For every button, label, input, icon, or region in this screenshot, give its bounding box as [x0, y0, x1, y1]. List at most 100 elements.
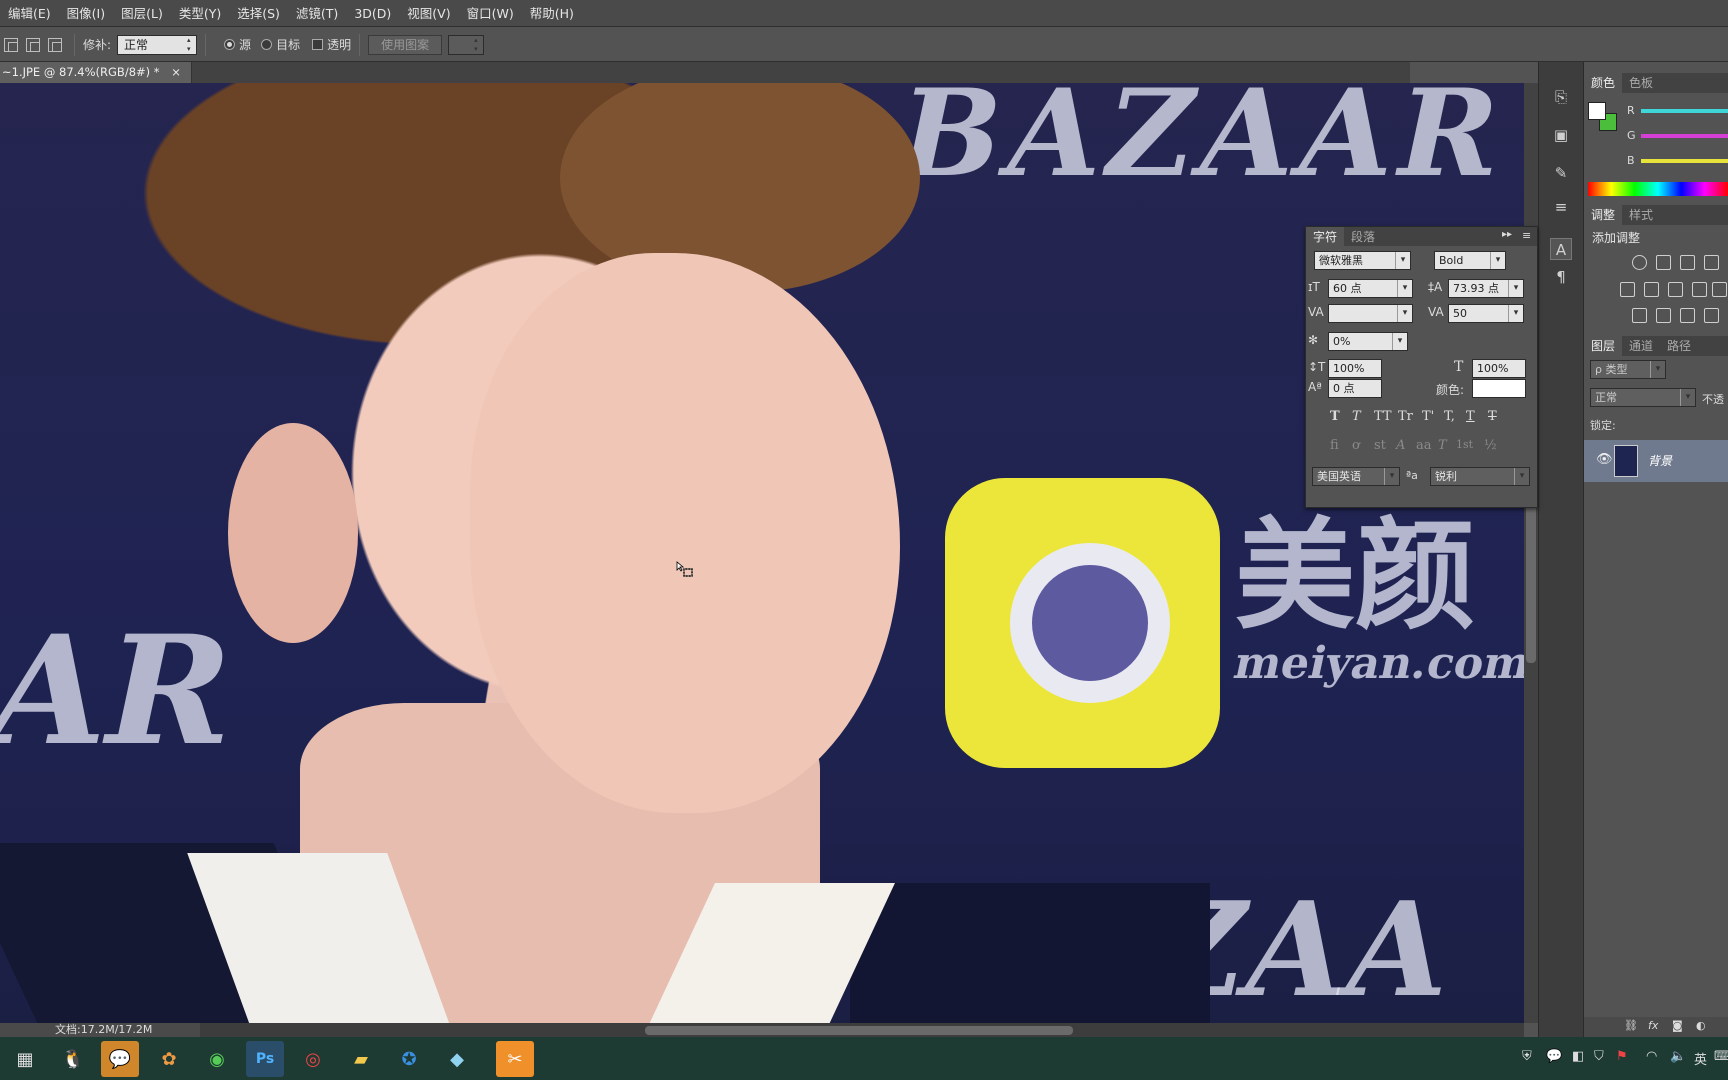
- tab-styles[interactable]: 样式: [1622, 205, 1660, 225]
- vibrance-icon[interactable]: [1620, 282, 1635, 297]
- history-icon[interactable]: ⎘: [1550, 86, 1572, 108]
- menu-image[interactable]: 图像(I): [59, 0, 113, 27]
- superscript-button[interactable]: T': [1422, 409, 1434, 424]
- underline-button[interactable]: T: [1466, 409, 1475, 424]
- faux-italic-button[interactable]: T: [1352, 409, 1361, 424]
- tab-swatches[interactable]: 色板: [1622, 73, 1660, 93]
- file-explorer-icon[interactable]: ▰: [342, 1041, 380, 1077]
- black-white-icon[interactable]: [1668, 282, 1683, 297]
- tsume-field[interactable]: 0%: [1328, 332, 1408, 351]
- brush-presets-icon[interactable]: ≡: [1550, 196, 1572, 218]
- vertical-scale-field[interactable]: 100%: [1328, 359, 1382, 378]
- photoshop-icon[interactable]: Ps: [246, 1041, 284, 1077]
- tab-paragraph[interactable]: 段落: [1344, 227, 1382, 246]
- horizontal-scrollbar[interactable]: [200, 1023, 1524, 1037]
- menu-layer[interactable]: 图层(L): [113, 0, 171, 27]
- vertical-scrollbar[interactable]: [1524, 83, 1538, 1023]
- channel-b-slider[interactable]: [1641, 159, 1728, 163]
- photo-filter-icon[interactable]: [1692, 282, 1707, 297]
- target-radio[interactable]: [261, 39, 273, 50]
- color-balance-icon[interactable]: [1644, 282, 1659, 297]
- ime-indicator[interactable]: 英: [1694, 1049, 1707, 1068]
- new-selection-icon[interactable]: [4, 37, 18, 52]
- layer-row-background[interactable]: 👁 背景: [1584, 440, 1728, 482]
- horizontal-scale-field[interactable]: 100%: [1472, 359, 1526, 378]
- stylistic-ligature-button[interactable]: st: [1374, 438, 1386, 453]
- gradient-map-icon[interactable]: [1704, 308, 1719, 323]
- patch-mode-select[interactable]: 正常: [117, 34, 198, 55]
- language-select[interactable]: 美国英语: [1312, 467, 1400, 486]
- channel-r-slider[interactable]: [1641, 109, 1728, 113]
- curves-icon[interactable]: [1680, 255, 1695, 270]
- flag-tray-icon[interactable]: ⚑: [1616, 1049, 1628, 1064]
- font-style-select[interactable]: Bold: [1434, 251, 1506, 270]
- ordinals-button[interactable]: 1st: [1456, 438, 1473, 451]
- swash-button[interactable]: A: [1396, 438, 1405, 453]
- threshold-icon[interactable]: [1680, 308, 1695, 323]
- volume-icon[interactable]: 🔈: [1670, 1049, 1686, 1064]
- qq-icon[interactable]: 🐧: [54, 1041, 92, 1077]
- baseline-shift-field[interactable]: 0 点: [1328, 379, 1382, 398]
- channel-mixer-icon[interactable]: [1712, 282, 1727, 297]
- shield-tray-icon[interactable]: ⛉: [1594, 1049, 1604, 1064]
- wechat-tray-icon[interactable]: 💬: [1546, 1049, 1562, 1064]
- tracking-field[interactable]: 50: [1448, 304, 1524, 323]
- menu-type[interactable]: 类型(Y): [171, 0, 229, 27]
- document-tab[interactable]: ~1.JPE @ 87.4%(RGB/8#) * ×: [0, 62, 192, 83]
- levels-icon[interactable]: [1656, 255, 1671, 270]
- tab-color[interactable]: 颜色: [1584, 73, 1623, 93]
- menu-window[interactable]: 窗口(W): [459, 0, 522, 27]
- faux-bold-button[interactable]: T: [1330, 409, 1340, 424]
- tab-adjustments[interactable]: 调整: [1584, 205, 1623, 225]
- font-family-select[interactable]: 微软雅黑: [1314, 251, 1411, 270]
- stylistic-alternates-button[interactable]: aa: [1416, 438, 1432, 453]
- tab-channels[interactable]: 通道: [1622, 336, 1660, 356]
- character-icon[interactable]: A: [1550, 238, 1572, 260]
- network-app-icon[interactable]: ✪: [390, 1041, 428, 1077]
- browser-360-icon[interactable]: ◉: [198, 1041, 236, 1077]
- menu-edit[interactable]: 编辑(E): [0, 0, 59, 27]
- add-selection-icon[interactable]: [26, 37, 40, 52]
- image-canvas[interactable]: BAZAAR AR AZAA 美颜 meiyan.com: [0, 83, 1524, 1023]
- foreground-color-swatch[interactable]: [1588, 102, 1606, 120]
- font-size-field[interactable]: 60 点: [1328, 279, 1413, 298]
- ligature-button[interactable]: fi: [1330, 438, 1339, 453]
- color-spectrum-bar[interactable]: [1588, 182, 1728, 196]
- calculator-icon[interactable]: ▦: [6, 1041, 44, 1077]
- antialias-select[interactable]: 锐利: [1430, 467, 1530, 486]
- titling-alternates-button[interactable]: T: [1438, 438, 1447, 453]
- blend-mode-select[interactable]: 正常: [1590, 388, 1696, 407]
- link-layers-icon[interactable]: ⛓: [1624, 1019, 1638, 1032]
- source-radio[interactable]: [224, 39, 236, 50]
- scroll-thumb[interactable]: [645, 1026, 1073, 1035]
- eye-icon[interactable]: 👁: [1596, 452, 1613, 467]
- use-pattern-button[interactable]: 使用图案: [368, 34, 443, 55]
- layer-filter-select[interactable]: ρ 类型: [1590, 360, 1666, 379]
- app-tray-icon[interactable]: ◧: [1572, 1049, 1584, 1064]
- discretionary-ligature-button[interactable]: ơ: [1352, 438, 1360, 453]
- fx-icon[interactable]: fx: [1648, 1019, 1658, 1032]
- brightness-icon[interactable]: [1632, 255, 1647, 270]
- kerning-field[interactable]: [1328, 304, 1413, 323]
- menu-help[interactable]: 帮助(H): [522, 0, 582, 27]
- close-tab-icon[interactable]: ×: [171, 65, 181, 79]
- brush-icon[interactable]: ✎: [1550, 162, 1572, 184]
- wifi-icon[interactable]: ◠: [1646, 1049, 1657, 1064]
- text-color-swatch[interactable]: [1472, 379, 1526, 398]
- wechat-icon[interactable]: 💬: [101, 1041, 139, 1077]
- actions-icon[interactable]: ▣: [1550, 124, 1572, 146]
- menu-filter[interactable]: 滤镜(T): [288, 0, 346, 27]
- tab-layers[interactable]: 图层: [1584, 336, 1623, 356]
- invert-icon[interactable]: [1632, 308, 1647, 323]
- fractions-button[interactable]: ½: [1484, 438, 1497, 453]
- leading-field[interactable]: 73.93 点: [1448, 279, 1524, 298]
- chrome-icon[interactable]: ◎: [294, 1041, 332, 1077]
- panel-menu-icon[interactable]: ≡: [1522, 229, 1531, 242]
- security-tray-icon[interactable]: ⛨: [1522, 1049, 1532, 1064]
- transparent-checkbox[interactable]: [312, 39, 324, 50]
- intersect-selection-icon[interactable]: [48, 37, 62, 52]
- keyboard-tray-icon[interactable]: ⌨: [1714, 1049, 1728, 1064]
- menu-view[interactable]: 视图(V): [399, 0, 458, 27]
- colorful-app-icon[interactable]: ✿: [150, 1041, 188, 1077]
- scissors-app-icon[interactable]: ✂: [496, 1041, 534, 1077]
